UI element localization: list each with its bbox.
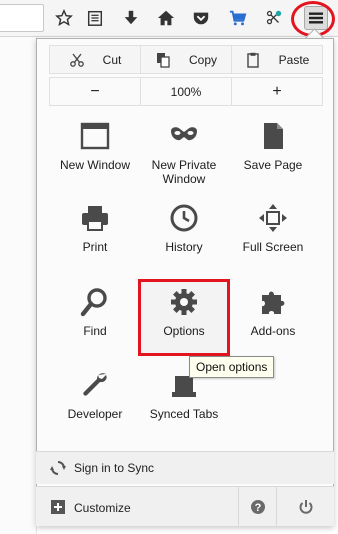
clock-icon — [170, 204, 198, 232]
sync-icon — [50, 461, 66, 475]
help-symbol: ? — [255, 502, 262, 514]
bookmark-star-icon[interactable] — [53, 7, 75, 29]
new-private-window-label: New Private Window — [138, 158, 230, 186]
options-tooltip: Open options — [189, 356, 275, 378]
add-ons-label: Add-ons — [250, 324, 296, 338]
copy-icon — [156, 52, 170, 68]
cut-button[interactable]: Cut — [50, 46, 141, 73]
find-button[interactable]: Find — [49, 284, 141, 338]
quit-button[interactable] — [276, 487, 334, 526]
paste-button[interactable]: Paste — [232, 46, 322, 73]
new-private-window-button[interactable]: New Private Window — [138, 118, 230, 186]
new-window-button[interactable]: New Window — [49, 118, 141, 172]
full-screen-label: Full Screen — [242, 240, 304, 254]
clipboard-icon — [246, 52, 259, 68]
puzzle-icon — [262, 291, 285, 314]
copy-button[interactable]: Copy — [141, 46, 232, 73]
extension-icon[interactable] — [263, 7, 285, 29]
history-button[interactable]: History — [138, 200, 230, 254]
zoom-out-button[interactable]: − — [50, 78, 141, 105]
paste-label: Paste — [278, 52, 310, 67]
home-icon[interactable] — [155, 7, 177, 29]
download-icon[interactable] — [120, 7, 142, 29]
save-page-button[interactable]: Save Page — [227, 118, 319, 172]
cut-label: Cut — [102, 52, 122, 67]
url-bar[interactable] — [0, 4, 44, 32]
sign-in-sync-button[interactable]: Sign in to Sync — [36, 451, 334, 484]
new-window-icon — [80, 122, 110, 150]
zoom-controls-row: − 100% + — [49, 77, 323, 106]
zoom-in-button[interactable]: + — [232, 78, 322, 105]
synced-tabs-label: Synced Tabs — [149, 407, 219, 421]
help-button[interactable]: ? — [238, 487, 277, 526]
save-page-icon — [264, 123, 283, 149]
zoom-reset-button[interactable]: 100% — [141, 78, 232, 105]
sign-in-sync-label: Sign in to Sync — [74, 461, 155, 475]
browser-toolbar — [0, 0, 338, 37]
find-label: Find — [83, 324, 107, 338]
page-background — [0, 37, 37, 534]
copy-label: Copy — [188, 52, 217, 67]
plus-box-icon — [51, 500, 65, 514]
save-page-label: Save Page — [243, 158, 303, 172]
new-private-window-label-line2: Window — [162, 172, 206, 186]
fullscreen-icon — [259, 204, 287, 232]
new-window-label: New Window — [59, 158, 131, 172]
print-label: Print — [82, 240, 108, 254]
developer-button[interactable]: Developer — [49, 367, 141, 421]
shopping-cart-icon[interactable] — [227, 7, 249, 29]
full-screen-button[interactable]: Full Screen — [227, 200, 319, 254]
edit-controls-row: Cut Copy Paste — [49, 45, 323, 74]
print-button[interactable]: Print — [49, 200, 141, 254]
pocket-icon[interactable] — [190, 7, 212, 29]
help-icon: ? — [251, 499, 265, 514]
add-ons-button[interactable]: Add-ons — [227, 284, 319, 338]
customize-label: Customize — [74, 501, 131, 515]
options-button[interactable]: Options — [138, 284, 230, 338]
history-label: History — [165, 240, 203, 254]
customize-footer: Customize ? — [36, 486, 334, 526]
printer-icon — [82, 206, 108, 231]
gear-icon — [171, 289, 197, 315]
developer-label: Developer — [67, 407, 123, 421]
magnifier-icon — [80, 288, 107, 317]
private-mask-icon — [171, 127, 197, 141]
scissors-icon — [69, 53, 84, 67]
customize-button[interactable]: Customize — [36, 487, 238, 526]
power-icon — [299, 499, 312, 514]
reading-list-icon[interactable] — [84, 7, 106, 29]
new-private-window-label-line1: New Private — [151, 158, 217, 172]
wrench-icon — [83, 373, 107, 396]
options-label: Options — [163, 324, 205, 338]
